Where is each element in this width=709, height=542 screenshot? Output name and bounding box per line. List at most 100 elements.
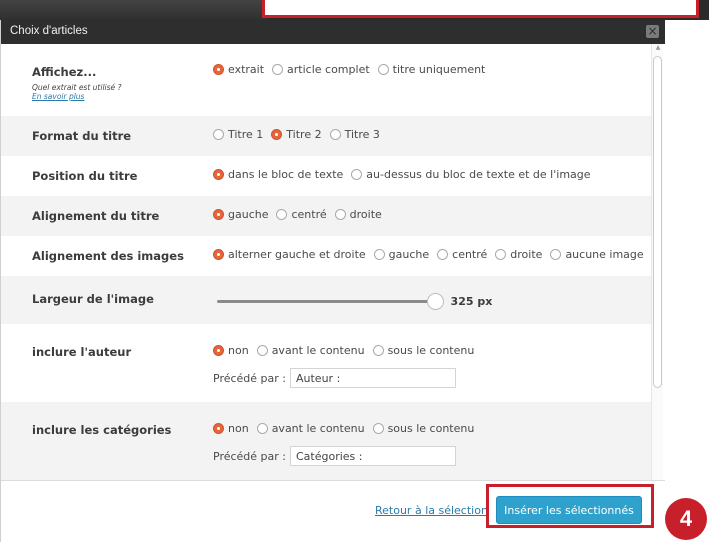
option-label: gauche	[228, 208, 269, 221]
option-label: sous le contenu	[387, 422, 475, 435]
dialog-scrollbar[interactable]: ▲	[651, 44, 663, 480]
radio-option[interactable]: non	[213, 344, 249, 357]
radio-option[interactable]: gauche	[213, 208, 268, 221]
radio-selected-icon[interactable]	[213, 423, 224, 434]
step-number-badge: 4	[665, 498, 707, 540]
row-label: Position du titre	[32, 169, 138, 183]
format-titre-options: Titre 1 Titre 2 Titre 3	[213, 128, 388, 141]
radio-icon[interactable]	[334, 209, 346, 220]
image-width-slider-handle[interactable]	[426, 293, 444, 310]
image-width-slider-track[interactable]	[217, 300, 439, 303]
radio-option[interactable]: Titre 2	[271, 128, 322, 141]
option-label: dans le bloc de texte	[228, 168, 344, 181]
row-inclure-auteur: inclure l'auteur non avant le contenu so…	[1, 324, 651, 402]
radio-icon[interactable]	[550, 249, 562, 260]
dialog-titlebar: Choix d'articles ×	[1, 20, 665, 44]
row-label: Alignement du titre	[32, 209, 160, 223]
option-label: non	[228, 344, 249, 357]
radio-icon[interactable]	[329, 129, 341, 140]
page-behind-dialog	[0, 0, 268, 20]
radio-option[interactable]: centré	[276, 208, 327, 221]
radio-icon[interactable]	[213, 129, 224, 140]
dialog-content: Affichez... Quel extrait est utilisé ? E…	[1, 44, 651, 480]
radio-option[interactable]: centré	[437, 248, 487, 261]
learn-more-link[interactable]: En savoir plus	[32, 92, 84, 101]
radio-selected-icon[interactable]	[213, 209, 224, 220]
option-label: gauche	[388, 248, 430, 261]
radio-option[interactable]: sous le contenu	[372, 344, 474, 357]
radio-icon[interactable]	[372, 423, 384, 434]
radio-option[interactable]: avant le contenu	[256, 422, 365, 435]
row-affichez: Affichez... Quel extrait est utilisé ? E…	[1, 44, 651, 116]
radio-selected-icon[interactable]	[213, 345, 224, 356]
radio-option[interactable]: article complet	[272, 63, 370, 76]
radio-icon[interactable]	[256, 423, 268, 434]
option-label: Titre 1	[228, 128, 264, 141]
radio-icon[interactable]	[373, 249, 385, 260]
row-label: Affichez...	[32, 65, 97, 79]
position-titre-options: dans le bloc de texte au-dessus du bloc …	[213, 168, 599, 181]
inclure-auteur-options: non avant le contenu sous le contenu	[213, 344, 482, 357]
categories-prefix-row: Précédé par :	[213, 446, 456, 466]
row-format-titre: Format du titre Titre 1 Titre 2 Titre 3	[1, 116, 651, 156]
scroll-up-arrow-icon[interactable]: ▲	[654, 44, 662, 54]
row-help-text: Quel extrait est utilisé ?	[32, 83, 122, 92]
dialog-title: Choix d'articles	[10, 25, 88, 37]
close-icon[interactable]: ×	[646, 25, 659, 38]
row-alignement-images: Alignement des images alterner gauche et…	[1, 236, 651, 276]
article-choice-dialog: Choix d'articles × Affichez... Quel extr…	[0, 20, 665, 542]
back-to-selection-link[interactable]: Retour à la sélection	[375, 504, 488, 517]
radio-option[interactable]: extrait	[213, 63, 264, 76]
prefix-label: Précédé par :	[213, 371, 286, 385]
option-label: centré	[291, 208, 327, 221]
scrollbar-thumb[interactable]	[653, 56, 662, 388]
row-largeur-image: Largeur de l'image 325 px	[1, 276, 651, 324]
row-inclure-categories: inclure les catégories non avant le cont…	[1, 402, 651, 480]
author-prefix-input[interactable]	[290, 368, 456, 388]
radio-option[interactable]: au-dessus du bloc de texte et de l'image	[351, 168, 591, 181]
categories-prefix-input[interactable]	[290, 446, 456, 466]
prefix-label: Précédé par :	[213, 449, 286, 463]
radio-option[interactable]: gauche	[373, 248, 430, 261]
radio-option[interactable]: dans le bloc de texte	[213, 168, 343, 181]
option-label: avant le contenu	[271, 422, 365, 435]
radio-option[interactable]: Titre 3	[329, 128, 380, 141]
radio-selected-icon[interactable]	[213, 169, 224, 180]
radio-icon[interactable]	[351, 169, 363, 180]
option-label: Titre 2	[286, 128, 322, 141]
affichez-options: extrait article complet titre uniquement	[213, 63, 493, 76]
radio-selected-icon[interactable]	[213, 249, 224, 260]
radio-icon[interactable]	[276, 209, 288, 220]
radio-option[interactable]: droite	[495, 248, 542, 261]
radio-icon[interactable]	[377, 64, 389, 75]
radio-option[interactable]: Titre 1	[213, 128, 263, 141]
radio-option[interactable]: avant le contenu	[256, 344, 365, 357]
option-label: droite	[510, 248, 543, 261]
row-label: Alignement des images	[32, 249, 184, 263]
radio-selected-icon[interactable]	[213, 64, 224, 75]
radio-icon[interactable]	[495, 249, 507, 260]
option-label: droite	[349, 208, 382, 221]
option-label: avant le contenu	[271, 344, 365, 357]
option-label: centré	[452, 248, 488, 261]
radio-icon[interactable]	[256, 345, 268, 356]
row-label: inclure l'auteur	[32, 345, 132, 359]
radio-icon[interactable]	[272, 64, 284, 75]
radio-option[interactable]: aucune image	[550, 248, 644, 261]
radio-icon[interactable]	[437, 249, 449, 260]
option-label: article complet	[287, 63, 370, 76]
option-label: Titre 3	[344, 128, 380, 141]
radio-option[interactable]: alterner gauche et droite	[213, 248, 366, 261]
alignement-images-options: alterner gauche et droite gauche centré …	[213, 248, 651, 261]
row-alignement-titre: Alignement du titre gauche centré droite	[1, 196, 651, 236]
alignement-titre-options: gauche centré droite	[213, 208, 390, 221]
radio-option[interactable]: sous le contenu	[372, 422, 475, 435]
radio-option[interactable]: droite	[334, 208, 382, 221]
option-label: extrait	[228, 63, 265, 76]
radio-option[interactable]: titre uniquement	[377, 63, 485, 76]
radio-option[interactable]: non	[213, 422, 249, 435]
option-label: au-dessus du bloc de texte et de l'image	[366, 168, 591, 181]
row-label: Format du titre	[32, 129, 132, 143]
radio-selected-icon[interactable]	[271, 129, 283, 140]
radio-icon[interactable]	[372, 345, 384, 356]
